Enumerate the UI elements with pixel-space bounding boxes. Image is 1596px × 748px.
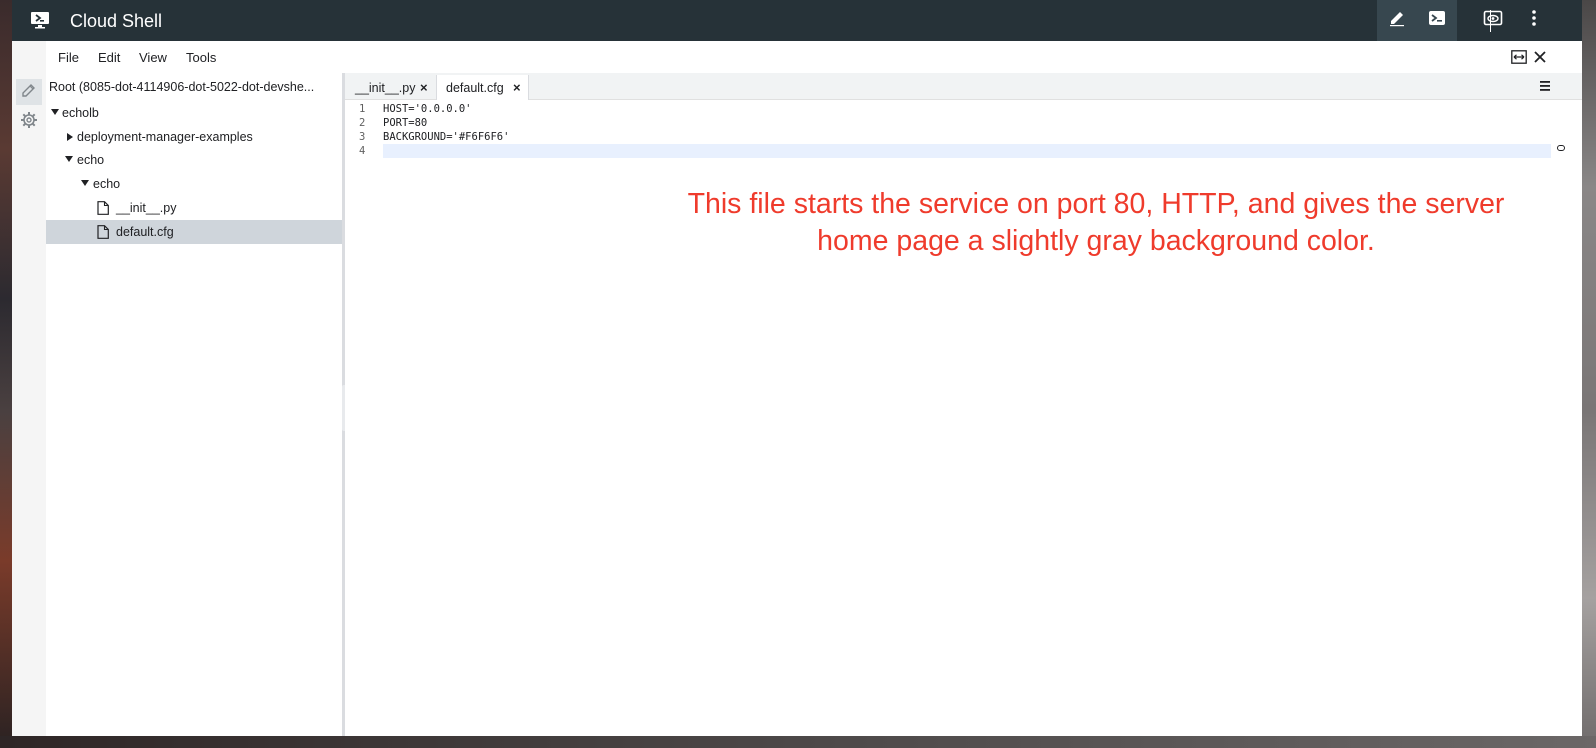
menu-bar: File Edit View Tools bbox=[46, 41, 1582, 73]
tab-init-py[interactable]: __init__.py × bbox=[345, 75, 436, 100]
edit-mode-button[interactable] bbox=[1377, 0, 1417, 41]
web-preview-button[interactable] bbox=[1473, 0, 1513, 41]
cloud-shell-window: Cloud Shell File Edit View Tools Root (8… bbox=[12, 0, 1582, 736]
close-icon[interactable] bbox=[1531, 48, 1549, 66]
tree-item-label: echo bbox=[77, 153, 105, 167]
tree-folder-echo-inner[interactable]: echo bbox=[46, 172, 342, 196]
tree-file-default-cfg[interactable]: default.cfg bbox=[46, 220, 342, 244]
menu-view[interactable]: View bbox=[139, 50, 167, 65]
tree-item-label: deployment-manager-examples bbox=[77, 130, 253, 144]
more-vert-icon bbox=[1531, 9, 1537, 32]
tree-file-init-py[interactable]: __init__.py bbox=[46, 196, 342, 220]
tab-label: __init__.py bbox=[355, 81, 416, 95]
desktop-wallpaper-right bbox=[1582, 0, 1596, 748]
code-text[interactable]: PORT=80 bbox=[383, 117, 427, 129]
tab-label: default.cfg bbox=[446, 81, 504, 95]
chevron-right-icon[interactable] bbox=[67, 133, 73, 141]
edit-icon bbox=[1388, 9, 1406, 32]
menu-file[interactable]: File bbox=[58, 50, 79, 65]
pencil-icon bbox=[21, 82, 37, 103]
terminal-button[interactable] bbox=[1417, 0, 1457, 41]
more-options-button[interactable] bbox=[1514, 0, 1554, 41]
tree-item-label: echolb bbox=[62, 106, 99, 120]
title-bar: Cloud Shell bbox=[12, 0, 1582, 41]
tree-item-label: __init__.py bbox=[116, 201, 177, 215]
chevron-down-icon[interactable] bbox=[81, 180, 89, 186]
code-line[interactable]: 1 HOST='0.0.0.0' bbox=[345, 103, 1555, 117]
menu-tools[interactable]: Tools bbox=[186, 50, 216, 65]
terminal-icon bbox=[1428, 9, 1446, 32]
file-tree: Root (8085-dot-4114906-dot-5022-dot-devs… bbox=[46, 73, 342, 736]
activity-bar bbox=[12, 41, 46, 736]
settings-button[interactable] bbox=[16, 109, 42, 135]
line-number: 2 bbox=[359, 117, 366, 129]
tree-root-label[interactable]: Root (8085-dot-4114906-dot-5022-dot-devs… bbox=[49, 80, 334, 94]
tree-folder-deployment-manager-examples[interactable]: deployment-manager-examples bbox=[46, 125, 342, 149]
hamburger-menu-icon[interactable] bbox=[1538, 79, 1552, 93]
line-number: 3 bbox=[359, 131, 366, 143]
code-text[interactable]: BACKGROUND='#F6F6F6' bbox=[383, 131, 509, 143]
tree-item-label: echo bbox=[93, 177, 121, 191]
expand-horizontal-icon[interactable] bbox=[1510, 48, 1528, 66]
chevron-down-icon[interactable] bbox=[51, 109, 59, 115]
code-text[interactable]: HOST='0.0.0.0' bbox=[383, 103, 472, 115]
code-line[interactable]: 2 PORT=80 bbox=[345, 117, 1555, 131]
file-icon bbox=[97, 201, 109, 215]
close-icon[interactable]: × bbox=[420, 80, 428, 95]
tree-folder-echo[interactable]: echo bbox=[46, 148, 342, 172]
cloud-shell-icon bbox=[30, 11, 50, 29]
line-number: 4 bbox=[359, 145, 366, 157]
tab-default-cfg[interactable]: default.cfg × bbox=[436, 75, 529, 100]
tree-folder-echolb[interactable]: echolb bbox=[46, 101, 342, 125]
annotation-line-2: home page a slightly gray background col… bbox=[817, 225, 1375, 257]
gear-icon bbox=[20, 111, 38, 134]
file-explorer-button[interactable] bbox=[16, 79, 42, 105]
code-line[interactable]: 3 BACKGROUND='#F6F6F6' bbox=[345, 131, 1555, 145]
line-number: 1 bbox=[359, 103, 366, 115]
code-line[interactable]: 4 bbox=[345, 145, 1555, 159]
chevron-down-icon[interactable] bbox=[65, 156, 73, 162]
preview-icon bbox=[1483, 9, 1503, 32]
scrollbar-thumb[interactable] bbox=[1557, 145, 1565, 151]
annotation-line-1: This file starts the service on port 80,… bbox=[687, 188, 1505, 220]
code-editor: __init__.py × default.cfg × 1 HOST='0.0.… bbox=[345, 73, 1582, 736]
menu-edit[interactable]: Edit bbox=[98, 50, 120, 65]
tree-item-label: default.cfg bbox=[116, 225, 174, 239]
annotation-text: This file starts the service on port 80,… bbox=[626, 186, 1566, 260]
file-icon bbox=[97, 225, 109, 239]
editor-tabs: __init__.py × default.cfg × bbox=[345, 73, 1582, 100]
desktop-wallpaper-left bbox=[0, 0, 12, 748]
app-title: Cloud Shell bbox=[70, 11, 163, 31]
desktop-wallpaper-bottom bbox=[0, 736, 1596, 748]
close-icon[interactable]: × bbox=[513, 80, 521, 95]
